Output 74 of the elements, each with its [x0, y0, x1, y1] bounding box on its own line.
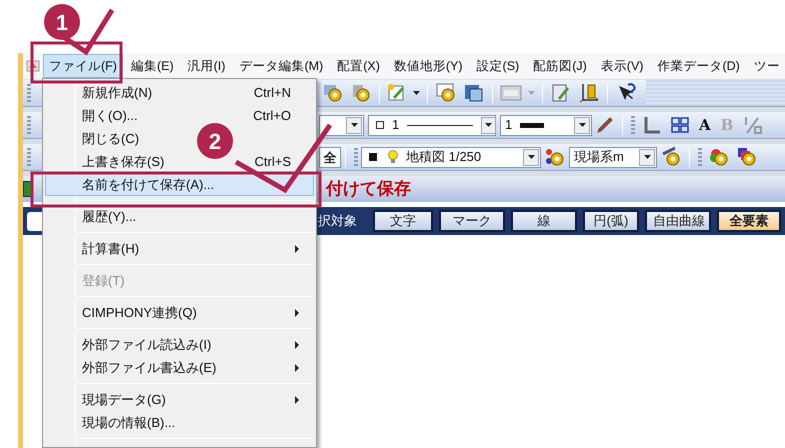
menu-item[interactable]: 設定(S): [470, 54, 526, 78]
step-badge: [44, 4, 80, 40]
shortcut-label: Ctrl+S: [254, 152, 291, 171]
menu-item[interactable]: 閉じる(C): [82, 128, 140, 148]
layer-dropdown[interactable]: 地積図 1/250: [361, 146, 541, 168]
coordinate-dropdown[interactable]: 現場系m: [569, 146, 657, 168]
step-number: 1: [56, 10, 68, 35]
menu-item[interactable]: 開く(O)...: [82, 106, 138, 126]
caret-icon[interactable]: [644, 155, 650, 159]
caret-icon[interactable]: [528, 155, 534, 159]
clipboard-icon[interactable]: [550, 82, 572, 104]
filter-button[interactable]: マーク: [439, 210, 505, 232]
menu-item[interactable]: 履歴(Y)...: [82, 206, 136, 226]
menu-item[interactable]: 現場データ(G): [82, 390, 166, 410]
menu-item[interactable]: 外部ファイル読込み(I): [82, 334, 212, 354]
gear-icon[interactable]: [660, 146, 682, 168]
toolbar-grip[interactable]: [27, 116, 31, 134]
gear-icon[interactable]: [350, 82, 372, 104]
menu-item[interactable]: 数値地形(Y): [388, 54, 469, 78]
menu-item[interactable]: 配置(X): [331, 54, 386, 78]
caret-icon[interactable]: [413, 91, 420, 95]
axis-icon[interactable]: [578, 82, 600, 104]
toolbar-grip[interactable]: [27, 148, 31, 166]
command-title: 付けて保存: [326, 178, 411, 200]
menu-item[interactable]: 名前を付けて保存(A)...: [82, 174, 214, 194]
filter-button[interactable]: 自由曲線: [645, 210, 711, 232]
menu-item[interactable]: 配筋図(J): [527, 54, 593, 78]
gear-icon[interactable]: [708, 146, 730, 168]
edit-icon[interactable]: [387, 83, 407, 103]
pen-icon[interactable]: [595, 115, 615, 135]
all-layers-button[interactable]: 全: [319, 146, 341, 168]
window-icon[interactable]: [463, 82, 485, 104]
shortcut-label: Ctrl+O: [253, 106, 291, 125]
menu-item[interactable]: 計算書(H): [82, 238, 140, 258]
shortcut-label: Ctrl+N: [254, 84, 291, 102]
menu-item[interactable]: CIMPHONY連携(Q): [82, 302, 197, 322]
menu-item[interactable]: 表示(V): [594, 54, 650, 78]
filter-button[interactable]: 円(弧): [583, 210, 639, 232]
bulb-icon: [388, 150, 398, 164]
gear-icon[interactable]: [736, 146, 758, 168]
gear-icon[interactable]: [322, 82, 344, 104]
filter-button[interactable]: 線: [511, 210, 577, 232]
step-number: 2: [208, 129, 222, 154]
format-button[interactable]: A: [694, 114, 716, 136]
menu-item[interactable]: 編集(E): [124, 54, 180, 78]
filter-label: 択対象: [318, 212, 357, 230]
line-type-dropdown[interactable]: 1: [368, 114, 496, 136]
menu-item[interactable]: 新規作成(N): [82, 82, 152, 102]
square-icon: [376, 121, 384, 129]
line-sample-icon: [520, 122, 544, 128]
menu-item[interactable]: ツー: [748, 54, 785, 78]
toolbar-grip[interactable]: [27, 84, 31, 102]
filter-button[interactable]: 文字: [373, 210, 433, 232]
menu-item[interactable]: 外部ファイル書込み(E): [82, 358, 216, 378]
menu-item[interactable]: 上書き保存(S): [82, 152, 164, 172]
menu-item[interactable]: ファイル(F): [43, 54, 123, 78]
line-sample-icon: [407, 124, 474, 126]
step-badge: [197, 123, 233, 159]
caret-icon[interactable]: [578, 123, 586, 127]
filter-button[interactable]: 全要素: [717, 210, 781, 232]
menu-item[interactable]: データ編集(M): [233, 54, 330, 78]
menu-item[interactable]: 作業データ(D): [651, 54, 746, 78]
menu-item[interactable]: 汎用(I): [182, 54, 232, 78]
toolbar-grip[interactable]: [698, 148, 702, 166]
line-style-dropdown[interactable]: [319, 114, 364, 136]
toolbar-grip[interactable]: [354, 148, 358, 166]
gear-icon[interactable]: [544, 146, 566, 168]
menu-item[interactable]: 現場の情報(B)...: [82, 412, 176, 432]
toolbar-grip[interactable]: [631, 116, 635, 134]
caret-icon[interactable]: [350, 123, 358, 127]
gear-icon[interactable]: [435, 82, 457, 104]
line-width-dropdown[interactable]: 1: [500, 114, 592, 136]
caret-icon[interactable]: [485, 123, 492, 127]
square-icon: [369, 153, 377, 161]
